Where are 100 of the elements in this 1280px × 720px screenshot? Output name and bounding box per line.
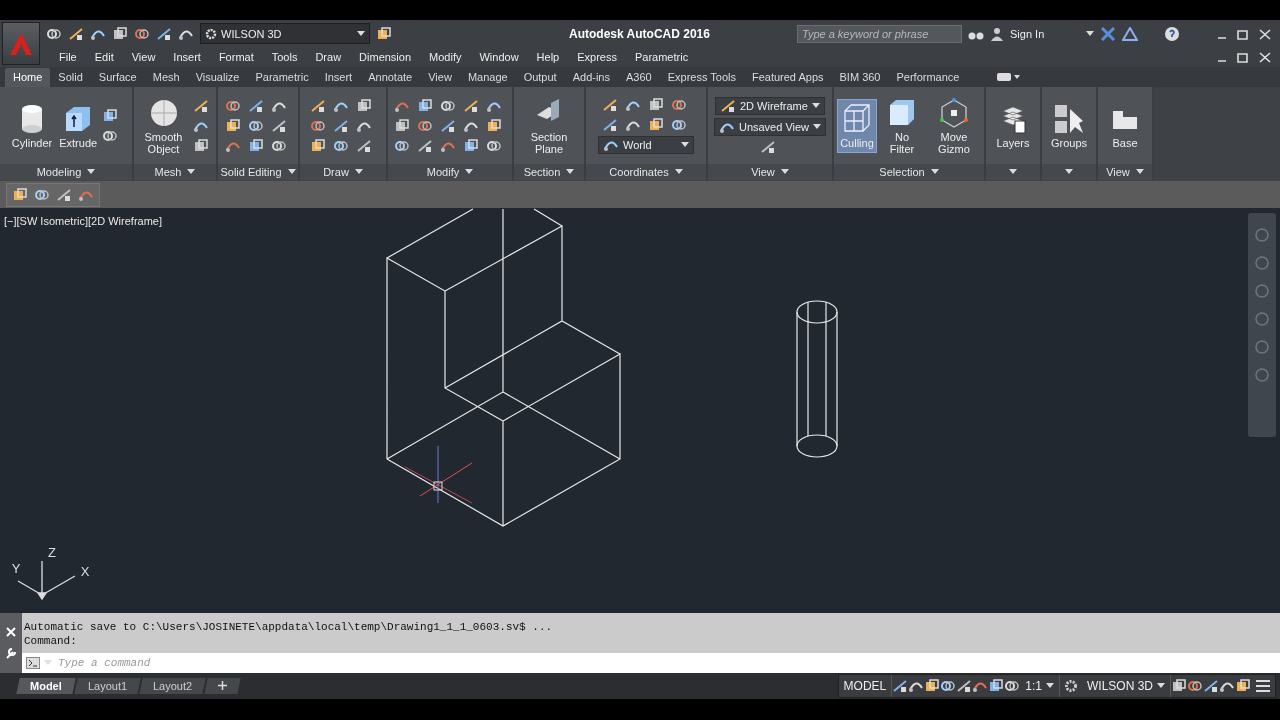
tool-icon[interactable] [601, 97, 618, 113]
wrench-icon[interactable] [5, 647, 17, 659]
layout-tab[interactable]: Model [16, 678, 76, 694]
menu-item[interactable]: Express [568, 51, 626, 63]
tool-icon[interactable] [1171, 678, 1187, 694]
menu-item[interactable]: Draw [306, 51, 351, 63]
menu-item[interactable]: Parametric [625, 51, 698, 63]
tool-icon[interactable] [720, 97, 736, 114]
tool-icon[interactable] [486, 117, 502, 134]
tool-icon[interactable] [463, 97, 479, 114]
tool-icon[interactable] [647, 117, 664, 133]
menu-item[interactable]: Format [209, 51, 263, 63]
menu-item[interactable]: File [50, 51, 86, 63]
tool-icon[interactable] [56, 186, 72, 203]
ribbon-tab[interactable]: Performance [888, 68, 968, 87]
sign-in-link[interactable]: Sign In [1010, 27, 1080, 40]
ribbon-tool-button[interactable]: Extrude [57, 98, 100, 153]
tool-icon[interactable] [670, 117, 687, 133]
tool-icon[interactable] [356, 97, 372, 114]
tool-icon[interactable] [248, 97, 264, 114]
gear-icon[interactable] [1064, 679, 1078, 693]
triangle-icon[interactable] [1122, 26, 1138, 41]
search-field[interactable]: Type a keyword or phrase [797, 24, 962, 43]
tool-icon[interactable] [956, 678, 973, 694]
tool-icon[interactable] [112, 25, 128, 42]
tool-icon[interactable] [193, 137, 209, 154]
menu-item[interactable]: Modify [420, 51, 471, 63]
tool-icon[interactable] [193, 97, 209, 114]
application-button[interactable] [2, 22, 40, 65]
tool-icon[interactable] [376, 25, 392, 42]
ribbon-dropdown[interactable]: Unsaved View [713, 117, 827, 136]
tool-icon[interactable] [68, 25, 84, 42]
ribbon-tool-button[interactable]: Cylinder [9, 98, 55, 153]
ribbon-tab[interactable]: Parametric [247, 68, 317, 87]
tool-icon[interactable] [760, 138, 776, 155]
ribbon-tab[interactable]: BIM 360 [831, 68, 889, 87]
menu-item[interactable]: Dimension [350, 51, 421, 63]
tool-icon[interactable] [601, 117, 618, 133]
ribbon-tab[interactable]: Insert [316, 68, 361, 87]
menu-item[interactable]: Insert [164, 51, 210, 63]
tool-icon[interactable] [988, 678, 1005, 694]
model-space-button[interactable]: MODEL [838, 675, 893, 697]
tool-icon[interactable] [417, 97, 433, 114]
ribbon-tab[interactable]: Add-ins [564, 68, 618, 87]
tool-icon[interactable] [924, 678, 941, 694]
ribbon-tab[interactable]: Express Tools [659, 68, 744, 87]
ribbon-tab[interactable]: Home [5, 68, 51, 87]
command-input-bar[interactable]: Type a command [22, 653, 1280, 673]
panel-toggle-icon[interactable] [997, 71, 1022, 83]
ribbon-tool-button[interactable]: No Filter [880, 92, 924, 159]
tool-icon[interactable] [463, 137, 479, 154]
ribbon-tab[interactable]: Annotate [360, 68, 421, 87]
menu-item[interactable]: Window [470, 51, 528, 63]
add-layout-button[interactable] [204, 678, 241, 694]
tool-icon[interactable] [156, 25, 172, 42]
tool-icon[interactable] [647, 97, 664, 113]
tool-icon[interactable] [225, 117, 241, 134]
ribbon-tab[interactable]: Visualize [187, 68, 248, 87]
layout-tab[interactable]: Layout2 [139, 678, 206, 694]
menu-item[interactable]: Help [527, 51, 569, 63]
viewport-label[interactable]: [−][SW Isometric][2D Wireframe] [4, 215, 162, 227]
layout-tab[interactable]: Layout1 [74, 678, 141, 694]
tool-icon[interactable] [394, 117, 410, 134]
ribbon-dropdown[interactable]: World [598, 136, 694, 154]
tool-icon[interactable] [940, 678, 957, 694]
tool-icon[interactable] [310, 137, 326, 154]
annotation-scale-button[interactable]: 1:1 [1020, 675, 1060, 697]
menu-icon[interactable] [1255, 679, 1271, 693]
help-icon[interactable] [1164, 25, 1180, 42]
tool-icon[interactable] [417, 137, 433, 154]
ribbon-tab[interactable]: View [420, 68, 460, 87]
tool-icon[interactable] [440, 117, 456, 134]
tool-icon[interactable] [1187, 678, 1203, 694]
ribbon-tab[interactable]: Surface [90, 68, 145, 87]
tool-icon[interactable] [1235, 678, 1251, 694]
menu-item[interactable]: Tools [262, 51, 307, 63]
ribbon-dropdown[interactable]: 2D Wireframe [715, 96, 825, 115]
close-icon[interactable] [6, 627, 16, 637]
tool-icon[interactable] [670, 97, 687, 113]
ribbon-tab[interactable]: A360 [617, 68, 660, 87]
tool-icon[interactable] [248, 137, 264, 154]
tool-icon[interactable] [271, 117, 287, 134]
tool-icon[interactable] [892, 678, 909, 694]
tool-icon[interactable] [356, 137, 372, 154]
tool-icon[interactable] [310, 97, 326, 114]
workspace-dropdown[interactable]: WILSON 3D [200, 23, 370, 44]
ribbon-tool-button[interactable]: Move Gizmo [927, 92, 981, 159]
tool-icon[interactable] [333, 117, 349, 134]
menu-item[interactable]: View [122, 51, 165, 63]
ribbon-tool-button[interactable]: Smooth Object [137, 92, 190, 159]
workspace-button[interactable]: WILSON 3D [1082, 675, 1171, 697]
ribbon-tool-button[interactable]: Section Plane [522, 92, 576, 159]
ribbon-tab[interactable]: Featured Apps [743, 68, 832, 87]
ribbon-tab[interactable]: Solid [50, 68, 91, 87]
tool-icon[interactable] [102, 107, 119, 124]
ribbon-tab[interactable]: Mesh [144, 68, 188, 87]
ribbon-tab[interactable]: Output [515, 68, 565, 87]
tool-icon[interactable] [1203, 678, 1219, 694]
tool-icon[interactable] [1004, 678, 1021, 694]
ribbon-tab[interactable]: Manage [459, 68, 516, 87]
